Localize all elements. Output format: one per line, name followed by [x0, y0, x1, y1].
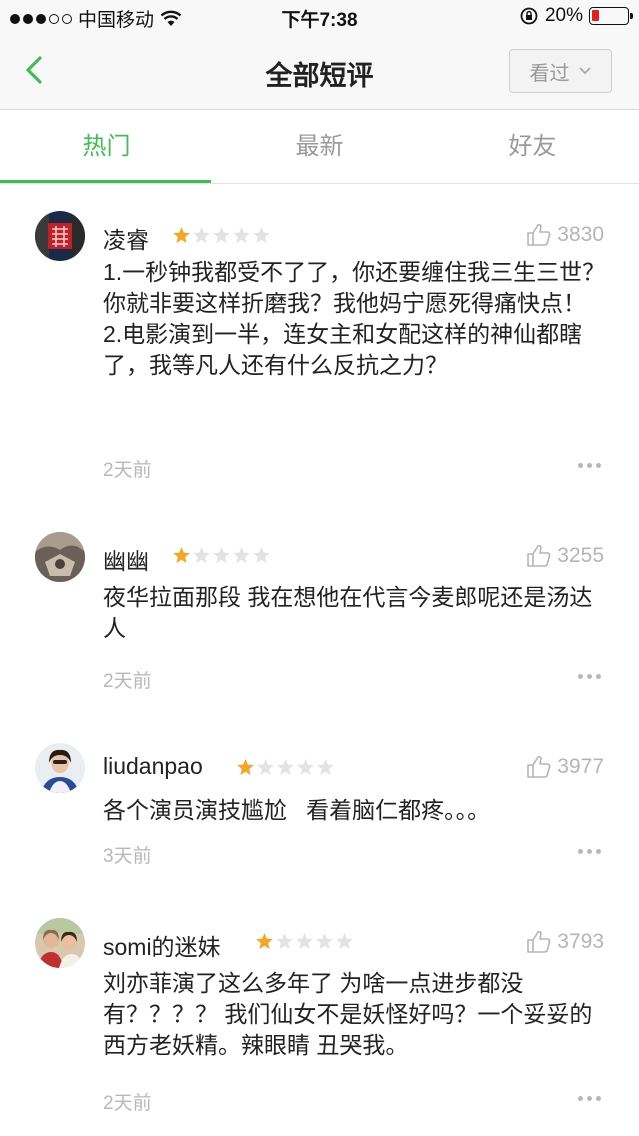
- star-empty-icon: [213, 547, 230, 563]
- chevron-down-icon: [578, 67, 591, 75]
- star-filled-icon: [173, 227, 190, 243]
- group-photo-avatar-icon: [35, 918, 85, 968]
- username[interactable]: 凌睿: [103, 221, 149, 255]
- star-empty-icon: [297, 759, 314, 775]
- active-tab-indicator: [0, 180, 211, 183]
- status-right: 20%: [519, 5, 633, 27]
- comment-text: 各个演员演技尴尬 看着脑仁都疼。。。: [103, 797, 491, 823]
- star-filled-icon: [256, 933, 273, 949]
- comment-item: liudanpao 3977 各个演员演技尴尬 看着脑仁都疼。。。 3天前: [0, 743, 639, 883]
- comment-item: somi的迷妹 3793 刘亦菲演了这么多年了 为啥一点进步都没有？？？？ 我们…: [0, 918, 639, 1118]
- status-bar: 中国移动 下午7:38 20%: [0, 0, 639, 34]
- thumbs-up-icon: [527, 223, 551, 246]
- star-empty-icon: [276, 933, 293, 949]
- like-button[interactable]: 3793: [526, 930, 604, 954]
- rotation-lock-icon: [520, 7, 538, 25]
- woman-portrait-avatar-icon: [35, 743, 85, 793]
- username[interactable]: somi的迷妹: [103, 928, 221, 962]
- like-count: 3793: [557, 930, 604, 953]
- star-empty-icon: [253, 227, 270, 243]
- star-empty-icon: [233, 227, 250, 243]
- comment-time: 2天前: [103, 671, 152, 692]
- battery-percent: 20%: [544, 5, 583, 26]
- more-options-icon[interactable]: [578, 674, 601, 679]
- star-rating: [172, 226, 271, 245]
- star-empty-icon: [193, 547, 210, 563]
- tab-hot[interactable]: 热门: [0, 110, 213, 183]
- tab-friends[interactable]: 好友: [426, 110, 639, 183]
- comment-item: 幽幽 3255 夜华拉面那段 我在想他在代言今麦郎呢还是汤达人 2天前: [0, 532, 639, 712]
- star-empty-icon: [233, 547, 250, 563]
- comment-text: 刘亦菲演了这么多年了 为啥一点进步都没有？？？？ 我们仙女不是妖怪好吗？一个妥妥…: [103, 970, 593, 1058]
- avatar[interactable]: [35, 211, 85, 261]
- star-empty-icon: [296, 933, 313, 949]
- like-count: 3977: [557, 755, 604, 778]
- avatar[interactable]: [35, 918, 85, 968]
- comment-time: 2天前: [103, 460, 152, 481]
- avatar[interactable]: [35, 532, 85, 582]
- like-button[interactable]: 3977: [526, 755, 604, 779]
- like-count: 3255: [557, 544, 604, 567]
- star-empty-icon: [317, 759, 334, 775]
- comment-time: 3天前: [103, 846, 152, 867]
- star-empty-icon: [253, 547, 270, 563]
- like-button[interactable]: 3830: [526, 223, 604, 247]
- star-empty-icon: [336, 933, 353, 949]
- tab-bar: 热门 最新 好友: [0, 110, 639, 184]
- more-options-icon[interactable]: [578, 1096, 601, 1101]
- star-empty-icon: [213, 227, 230, 243]
- star-empty-icon: [193, 227, 210, 243]
- star-rating: [236, 758, 335, 777]
- star-filled-icon: [173, 547, 190, 563]
- more-options-icon[interactable]: [578, 849, 601, 854]
- star-empty-icon: [316, 933, 333, 949]
- comment-item: 凌睿 3830 1.一秒钟我都受不了了，你还要缠住我三生三世？你就非要这样折磨我…: [0, 211, 639, 511]
- thumbs-up-icon: [527, 755, 551, 778]
- battery-icon: [589, 7, 633, 25]
- like-button[interactable]: 3255: [526, 544, 604, 568]
- battery-fill: [592, 10, 599, 21]
- star-rating: [255, 932, 354, 951]
- thumbs-up-icon: [527, 544, 551, 567]
- comment-time: 2天前: [103, 1093, 152, 1114]
- tab-latest[interactable]: 最新: [213, 110, 426, 183]
- star-empty-icon: [257, 759, 274, 775]
- double-happiness-avatar-icon: [35, 211, 85, 261]
- star-empty-icon: [277, 759, 294, 775]
- watched-filter-button[interactable]: 看过: [509, 49, 612, 93]
- navigation-bar: 全部短评 看过: [0, 34, 639, 110]
- star-rating: [172, 546, 271, 565]
- thumbs-up-icon: [527, 930, 551, 953]
- avatar[interactable]: [35, 743, 85, 793]
- username[interactable]: liudanpao: [103, 753, 203, 780]
- comment-text: 1.一秒钟我都受不了了，你还要缠住我三生三世？你就非要这样折磨我？我他妈宁愿死得…: [103, 259, 606, 378]
- username[interactable]: 幽幽: [103, 542, 149, 576]
- comment-text: 夜华拉面那段 我在想他在代言今麦郎呢还是汤达人: [103, 584, 593, 641]
- like-count: 3830: [557, 223, 604, 246]
- watched-label: 看过: [529, 62, 570, 85]
- landscape-avatar-icon: [35, 532, 85, 582]
- star-filled-icon: [237, 759, 254, 775]
- more-options-icon[interactable]: [578, 463, 601, 468]
